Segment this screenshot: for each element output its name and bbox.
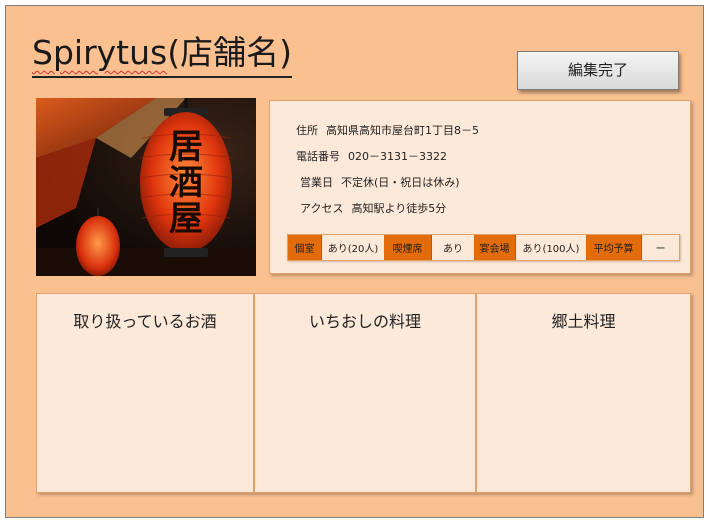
lantern-text-1: 居 bbox=[169, 127, 203, 167]
lantern-text-3: 屋 bbox=[169, 199, 203, 239]
tag-label-banquet: 宴会場 bbox=[474, 235, 516, 260]
storefront-photo: 居 酒 屋 bbox=[36, 98, 256, 276]
phone-row: 電話番号 020－3131－3322 bbox=[296, 148, 447, 164]
tag-value-banquet: あり(100人) bbox=[522, 244, 580, 255]
hours-value: 不定休(日・祝日は休み) bbox=[341, 176, 460, 189]
tag-value-smoking: あり bbox=[443, 244, 463, 255]
panel-sake[interactable]: 取り扱っているお酒 bbox=[36, 293, 254, 493]
access-row: アクセス 高知駅より徒歩5分 bbox=[300, 200, 446, 216]
lantern-text-2: 酒 bbox=[169, 163, 203, 203]
panel-recommended-dish-title: いちおしの料理 bbox=[308, 312, 421, 331]
lantern-illustration: 居 酒 屋 bbox=[36, 98, 256, 276]
content-panels: 取り扱っているお酒 いちおしの料理 郷土料理 bbox=[36, 293, 691, 493]
tag-label-private-room: 個室 bbox=[288, 235, 322, 260]
address-label: 住所 bbox=[296, 124, 318, 137]
hours-label: 営業日 bbox=[300, 176, 333, 189]
address-value: 高知県高知市屋台町1丁目8－5 bbox=[326, 124, 479, 137]
store-name-suffix: (店舗名) bbox=[167, 33, 292, 72]
tag-label-smoking: 喫煙席 bbox=[384, 235, 432, 260]
edit-complete-button[interactable]: 編集完了 bbox=[517, 51, 679, 90]
access-label: アクセス bbox=[300, 202, 344, 215]
tag-label-budget: 平均予算 bbox=[586, 235, 642, 260]
phone-value: 020－3131－3322 bbox=[348, 150, 447, 163]
tag-value-budget: ー bbox=[655, 244, 666, 255]
hours-row: 営業日 不定休(日・祝日は休み) bbox=[300, 174, 460, 190]
panel-local-cuisine[interactable]: 郷土料理 bbox=[476, 293, 691, 493]
feature-tags: 個室 あり(20人) 喫煙席 あり 宴会場 あり(100人) 平均予算 ー bbox=[287, 234, 680, 261]
panel-local-cuisine-title: 郷土料理 bbox=[551, 312, 616, 331]
panel-recommended-dish[interactable]: いちおしの料理 bbox=[254, 293, 476, 493]
store-info-box: 住所 高知県高知市屋台町1丁目8－5 電話番号 020－3131－3322 営業日不… bbox=[269, 100, 691, 274]
address-row: 住所 高知県高知市屋台町1丁目8－5 bbox=[296, 122, 479, 138]
phone-label: 電話番号 bbox=[296, 150, 340, 163]
slide-canvas: Spirytus(店舗名) 編集完了 居 酒 屋 住所 高知県高知市屋台町1丁目… bbox=[5, 5, 704, 518]
panel-sake-title: 取り扱っているお酒 bbox=[73, 312, 217, 331]
access-value: 高知駅より徒歩5分 bbox=[351, 202, 447, 215]
store-name-title: Spirytus(店舗名) bbox=[32, 30, 292, 78]
store-name-word: Spirytus bbox=[32, 33, 168, 72]
tag-value-private-room: あり(20人) bbox=[327, 244, 379, 255]
